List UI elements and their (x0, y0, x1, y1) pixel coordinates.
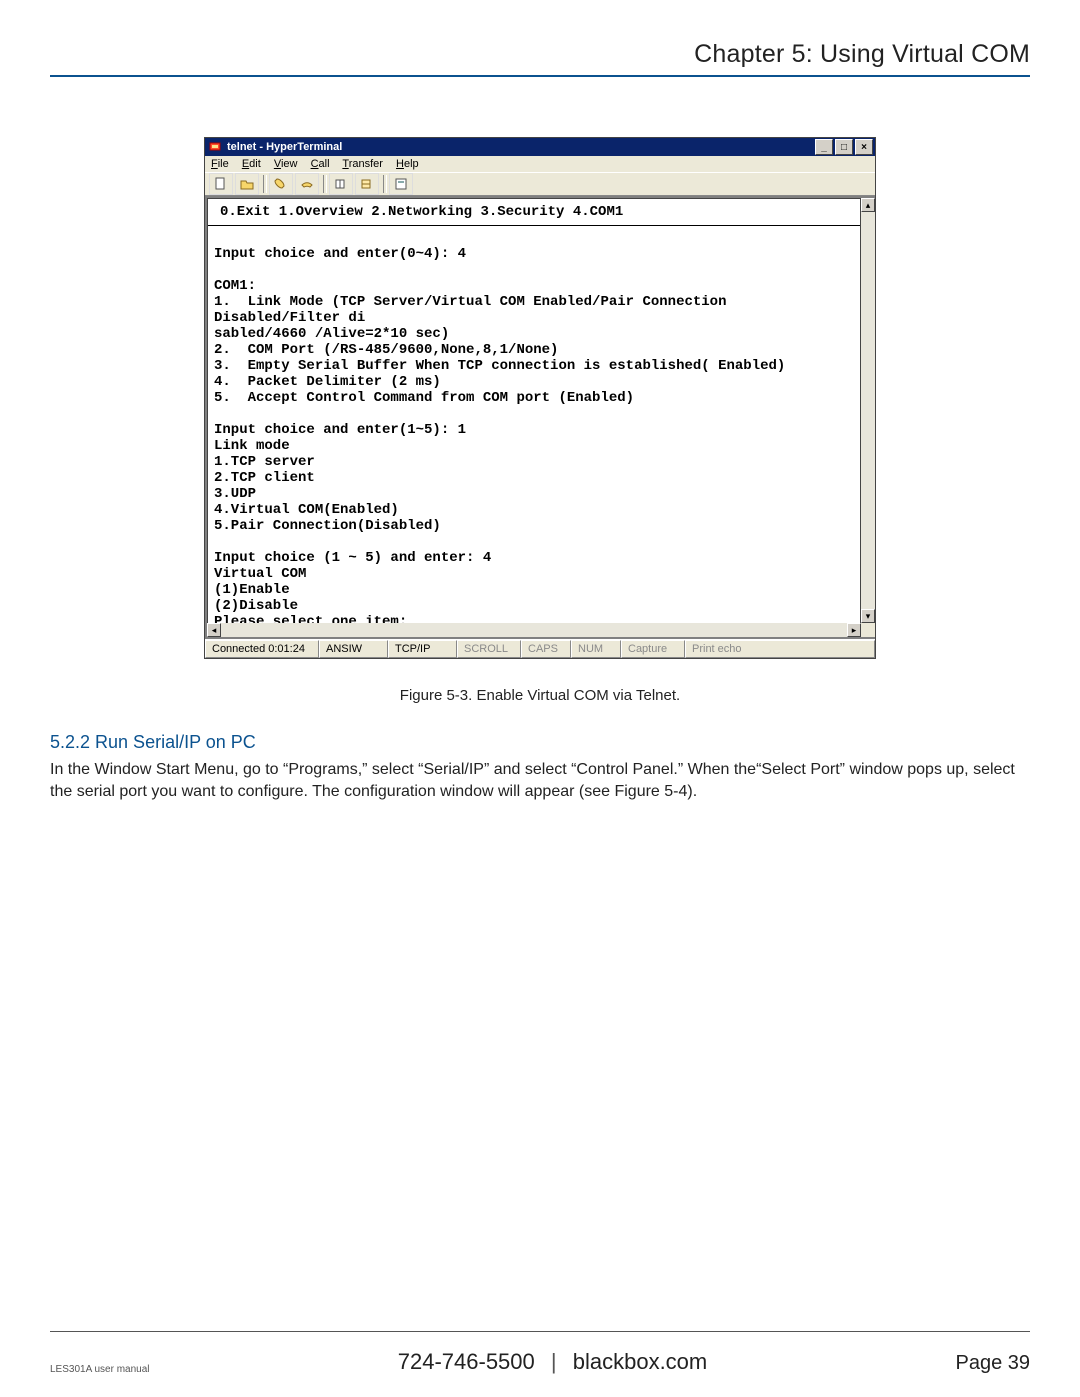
hangup-icon[interactable] (295, 173, 319, 195)
client-area: 0.Exit 1.Overview 2.Networking 3.Securit… (205, 196, 875, 639)
chapter-title: Chapter 5: Using Virtual COM (50, 40, 1030, 77)
footer-site: blackbox.com (573, 1349, 708, 1374)
menu-view[interactable]: View (274, 158, 298, 170)
window-title: telnet - HyperTerminal (227, 141, 815, 153)
titlebar[interactable]: telnet - HyperTerminal _ □ × (205, 138, 875, 156)
terminal-tabstrip: 0.Exit 1.Overview 2.Networking 3.Securit… (208, 199, 860, 225)
menu-transfer[interactable]: Transfer (342, 158, 383, 170)
page-footer: LES301A user manual 724-746-5500 | black… (50, 1349, 1030, 1375)
scroll-up-icon[interactable]: ▴ (861, 198, 875, 212)
status-protocol: TCP/IP (388, 640, 457, 658)
menu-edit[interactable]: Edit (242, 158, 261, 170)
minimize-button[interactable]: _ (815, 139, 833, 155)
phone-icon[interactable] (269, 173, 293, 195)
footer-phone: 724-746-5500 (398, 1349, 535, 1374)
menu-help[interactable]: Help (396, 158, 419, 170)
properties-icon[interactable] (389, 173, 413, 195)
footer-contact: 724-746-5500 | blackbox.com (398, 1349, 708, 1375)
status-scroll: SCROLL (457, 640, 521, 658)
footer-rule (50, 1331, 1030, 1332)
scroll-track[interactable] (221, 623, 847, 637)
section-heading: 5.2.2 Run Serial/IP on PC (50, 732, 1030, 753)
app-icon (209, 140, 223, 154)
figure-caption: Figure 5-3. Enable Virtual COM via Telne… (50, 687, 1030, 704)
send-icon[interactable] (329, 173, 353, 195)
scroll-down-icon[interactable]: ▾ (861, 609, 875, 623)
toolbar-separator (323, 175, 327, 193)
status-num: NUM (571, 640, 621, 658)
maximize-button[interactable]: □ (835, 139, 853, 155)
vertical-scrollbar[interactable]: ▴ ▾ (861, 198, 875, 623)
receive-icon[interactable] (355, 173, 379, 195)
hyperterminal-window: telnet - HyperTerminal _ □ × File Edit V… (204, 137, 876, 659)
horizontal-scrollbar[interactable]: ◂ ▸ (207, 623, 861, 637)
scroll-left-icon[interactable]: ◂ (207, 623, 221, 637)
terminal-output[interactable]: Input choice and enter(0~4): 4 COM1: 1. … (208, 225, 860, 636)
size-grip-icon[interactable] (861, 623, 875, 637)
footer-page-number: Page 39 (955, 1352, 1030, 1375)
status-capture: Capture (621, 640, 685, 658)
menu-call[interactable]: Call (311, 158, 330, 170)
menubar[interactable]: File Edit View Call Transfer Help (205, 156, 875, 172)
open-icon[interactable] (235, 173, 259, 195)
new-file-icon[interactable] (209, 173, 233, 195)
footer-separator: | (551, 1349, 557, 1374)
close-button[interactable]: × (855, 139, 873, 155)
menu-file[interactable]: File (211, 158, 229, 170)
status-printecho: Print echo (685, 640, 875, 658)
footer-manual: LES301A user manual (50, 1364, 150, 1375)
status-emulation: ANSIW (319, 640, 388, 658)
status-caps: CAPS (521, 640, 571, 658)
toolbar (205, 172, 875, 196)
scroll-track[interactable] (861, 212, 875, 609)
toolbar-separator (383, 175, 387, 193)
section-body: In the Window Start Menu, go to “Program… (50, 759, 1030, 802)
scroll-right-icon[interactable]: ▸ (847, 623, 861, 637)
statusbar: Connected 0:01:24 ANSIW TCP/IP SCROLL CA… (205, 639, 875, 658)
toolbar-separator (263, 175, 267, 193)
status-connected: Connected 0:01:24 (205, 640, 319, 658)
